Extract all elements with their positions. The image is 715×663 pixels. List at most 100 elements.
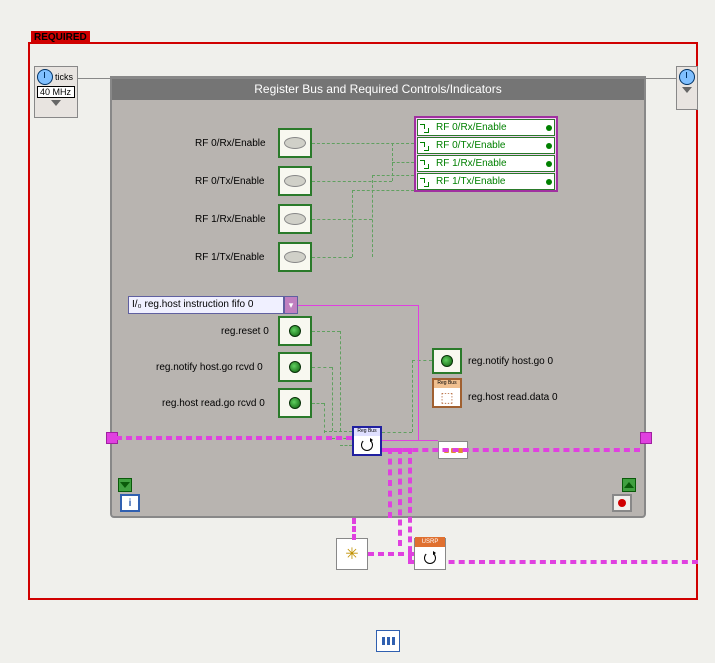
- label-reg-reset: reg.reset 0: [221, 326, 269, 337]
- label-rf0rx-ctrl: RF 0/Rx/Enable: [195, 138, 266, 149]
- led-icon: [546, 125, 552, 131]
- led-icon: [546, 179, 552, 185]
- wire: [312, 257, 352, 258]
- chevron-down-icon[interactable]: [682, 87, 692, 93]
- tunnel-arrow-up[interactable]: [622, 478, 636, 492]
- wire: [372, 175, 373, 257]
- led-icon: [441, 355, 453, 367]
- bar-icon: [387, 637, 390, 645]
- waveform-icon: [420, 160, 434, 168]
- label-reg-notify-rcvd: reg.notify host.go rcvd 0: [156, 362, 263, 373]
- wire-cluster: [116, 436, 352, 440]
- wire-ref: [418, 305, 419, 440]
- fifo-label: reg.host instruction fifo 0: [145, 299, 254, 310]
- refresh-icon: [424, 552, 436, 564]
- wire: [312, 367, 332, 368]
- ind-label: RF 1/Rx/Enable: [436, 158, 507, 169]
- wire-cluster: [352, 518, 356, 540]
- wire-clock: [78, 78, 676, 79]
- indicator-rf1tx: RF 1/Tx/Enable: [417, 173, 555, 190]
- label-rf1tx-ctrl: RF 1/Tx/Enable: [195, 252, 264, 263]
- wire: [332, 367, 333, 431]
- clock-sink-box[interactable]: [676, 66, 698, 110]
- node-usrp[interactable]: USRP: [414, 538, 446, 570]
- loop-iteration-terminal[interactable]: i: [120, 494, 140, 512]
- label-reg-notify-go: reg.notify host.go 0: [468, 356, 553, 367]
- node-regbus-right[interactable]: Reg Bus ⬚: [432, 378, 462, 408]
- indicator-cluster[interactable]: RF 0/Rx/Enable RF 0/Tx/Enable RF 1/Rx/En…: [414, 116, 558, 192]
- clock-source-box[interactable]: ticks 40 MHz: [34, 66, 78, 118]
- wire: [352, 190, 353, 257]
- ind-label: RF 0/Tx/Enable: [436, 140, 505, 151]
- wire: [412, 360, 432, 361]
- clock-rate[interactable]: 40 MHz: [37, 86, 75, 98]
- control-rf1rx-enable[interactable]: [278, 204, 312, 234]
- led-icon: [289, 361, 301, 373]
- control-rf0tx-enable[interactable]: [278, 166, 312, 196]
- wire-cluster: [408, 448, 412, 562]
- usrp-header: USRP: [415, 537, 445, 547]
- node-reg-notify-rcvd[interactable]: [278, 352, 312, 382]
- star-icon: ✳: [345, 544, 358, 564]
- tunnel-arrow-down[interactable]: [118, 478, 132, 492]
- wire: [412, 360, 413, 432]
- wire: [312, 143, 414, 144]
- node-reg-read-rcvd[interactable]: [278, 388, 312, 418]
- bar-icon: [382, 637, 385, 645]
- wire-cluster: [408, 560, 698, 564]
- led-icon: [289, 397, 301, 409]
- label-rf0tx-ctrl: RF 0/Tx/Enable: [195, 176, 264, 187]
- bar-icon: [392, 637, 395, 645]
- indicator-rf0rx: RF 0/Rx/Enable: [417, 119, 555, 136]
- label-reg-read-rcvd: reg.host read.go rcvd 0: [162, 398, 265, 409]
- clock-icon: [679, 69, 695, 85]
- node-reg-reset[interactable]: [278, 316, 312, 346]
- wire-cluster: [388, 448, 392, 518]
- wire: [372, 175, 414, 176]
- wire: [340, 331, 341, 431]
- wire: [352, 190, 414, 191]
- wire: [312, 181, 392, 182]
- node-reg-notify-go[interactable]: [432, 348, 462, 374]
- tunnel-shift-register-right[interactable]: [640, 432, 652, 444]
- node-bundle[interactable]: ✳: [336, 538, 368, 570]
- waveform-icon: [420, 124, 434, 132]
- label-reg-read-data: reg.host read.data 0: [468, 392, 558, 403]
- wire: [382, 432, 412, 433]
- wire: [340, 445, 352, 446]
- chevron-down-icon[interactable]: [51, 100, 61, 106]
- fifo-reference[interactable]: I/₀ reg.host instruction fifo 0: [128, 296, 284, 314]
- label-rf1rx-ctrl: RF 1/Rx/Enable: [195, 214, 266, 225]
- regbus-header: Reg Bus: [354, 428, 380, 436]
- wire: [312, 219, 372, 220]
- waveform-icon: [420, 142, 434, 150]
- regbus-header: Reg Bus: [434, 380, 460, 388]
- wire: [324, 403, 325, 433]
- wire-ref: [382, 440, 438, 441]
- refresh-icon: [361, 439, 373, 451]
- clock-icon: [37, 69, 53, 85]
- ind-label: RF 1/Tx/Enable: [436, 176, 505, 187]
- waveform-icon: [420, 178, 434, 186]
- fifo-dropdown-icon[interactable]: ▾: [284, 296, 298, 314]
- indicator-rf0tx: RF 0/Tx/Enable: [417, 137, 555, 154]
- node-array-terminal[interactable]: [376, 630, 400, 652]
- led-icon: [289, 325, 301, 337]
- wire-cluster: [382, 448, 640, 452]
- ticks-label: ticks: [55, 72, 73, 82]
- ind-label: RF 0/Rx/Enable: [436, 122, 507, 133]
- loop-stop-terminal[interactable]: [612, 494, 632, 512]
- node-regbus-main[interactable]: Reg Bus: [352, 426, 382, 456]
- led-icon: [546, 161, 552, 167]
- led-icon: [546, 143, 552, 149]
- wire-ref: [298, 305, 418, 306]
- wire-cluster: [368, 552, 414, 556]
- control-rf1tx-enable[interactable]: [278, 242, 312, 272]
- wire-cluster: [398, 448, 402, 546]
- wire: [392, 162, 414, 163]
- wire: [324, 431, 352, 432]
- loop-title: Register Bus and Required Controls/Indic…: [112, 78, 644, 100]
- block-diagram-canvas: REQUIRED ticks 40 MHz Register Bus and R…: [0, 0, 715, 663]
- wire: [312, 403, 324, 404]
- control-rf0rx-enable[interactable]: [278, 128, 312, 158]
